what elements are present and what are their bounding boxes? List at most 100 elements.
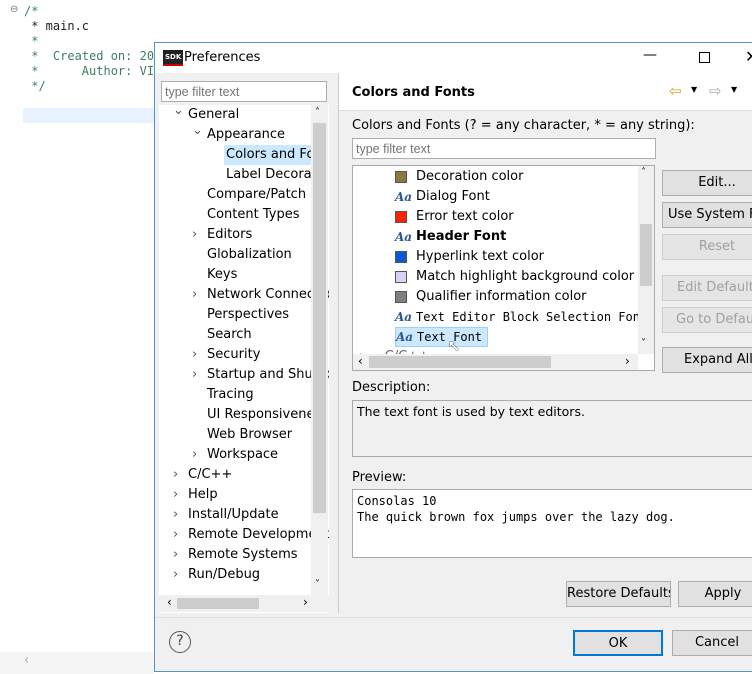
back-arrow-icon[interactable]: ⇦ bbox=[669, 82, 682, 100]
description-box: The text font is used by text editors. bbox=[352, 400, 752, 457]
tree-item[interactable]: › Startup and Shutdo bbox=[159, 365, 329, 385]
expand-all-button[interactable]: Expand All bbox=[662, 347, 752, 373]
tree-item[interactable]: Tracing bbox=[159, 385, 329, 405]
tree-item-label: Tracing bbox=[207, 387, 254, 402]
menu-icon[interactable]: ⋮ bbox=[747, 82, 752, 97]
preview-line-font: Consolas 10 bbox=[357, 494, 437, 508]
editor: ⊖ /* * main.c * * Created on: 201 * Auth… bbox=[0, 0, 161, 674]
chevron-down-icon[interactable]: ⌄ bbox=[173, 105, 184, 121]
tree-item[interactable]: Colors and Fon bbox=[159, 145, 329, 165]
preference-tree: ⌄ General ⌄ Appearance Colors and Fon Label D… bbox=[159, 105, 329, 613]
list-hscrollbar[interactable]: ‹ › bbox=[353, 354, 638, 370]
tree-item[interactable]: › Help bbox=[159, 485, 329, 505]
forward-dropdown-icon[interactable]: ▼ bbox=[731, 85, 737, 94]
chevron-right-icon[interactable]: › bbox=[192, 445, 197, 465]
cancel-button[interactable]: Cancel bbox=[672, 630, 752, 656]
restore-defaults-button[interactable]: Restore Defaults bbox=[566, 581, 671, 607]
tree-item[interactable]: › Editors bbox=[159, 225, 329, 245]
preferences-dialog: SDK Preferences — ✕ ⌄General⌄ Appearance C… bbox=[154, 42, 752, 672]
chevron-right-icon[interactable]: › bbox=[173, 485, 178, 505]
tree-hscroll-thumb[interactable] bbox=[177, 598, 259, 609]
tree-item[interactable]: ⌄ Appearance bbox=[159, 123, 329, 145]
tree-scroll-thumb[interactable] bbox=[313, 123, 326, 513]
item-label: Decoration color bbox=[416, 169, 524, 184]
tree-item[interactable]: Perspectives bbox=[159, 305, 329, 325]
color-font-item[interactable]: Hyperlink text color bbox=[395, 247, 545, 267]
ok-button[interactable]: OK bbox=[573, 630, 663, 656]
color-font-item[interactable]: Aa Text Font bbox=[395, 327, 489, 347]
tree-item[interactable]: › C/C++ bbox=[159, 465, 329, 485]
editor-bottom-bar: ‹ bbox=[0, 652, 154, 674]
tree-item[interactable]: ⌄ General bbox=[159, 105, 329, 125]
minimize-button[interactable]: — bbox=[643, 47, 657, 63]
preview-line-sample: The quick brown fox jumps over the lazy … bbox=[357, 510, 675, 524]
page-area: Colors and Fonts ⇦ ▼ ⇨ ▼ ⋮ Colors and Fo… bbox=[338, 73, 752, 613]
color-font-item[interactable]: Aa Dialog Font bbox=[395, 187, 491, 207]
tree-item-label: Remote Development bbox=[188, 527, 329, 542]
color-font-item[interactable]: Error text color bbox=[395, 207, 515, 227]
colors-fonts-tree: Decoration color Aa Dialog Font Error text … bbox=[352, 165, 655, 371]
tree-item[interactable]: Keys bbox=[159, 265, 329, 285]
tree-item[interactable]: Search bbox=[159, 325, 329, 345]
tree-item[interactable]: › Security bbox=[159, 345, 329, 365]
chevron-right-icon[interactable]: › bbox=[192, 285, 197, 305]
preview-box: Consolas 10 The quick brown fox jumps ov… bbox=[352, 489, 752, 558]
title-bar: SDK Preferences — ✕ bbox=[155, 43, 752, 73]
tree-hscrollbar[interactable]: ‹ › bbox=[159, 595, 329, 612]
tree-item[interactable]: Label Decoratio bbox=[159, 165, 329, 185]
description-label: Description: bbox=[352, 380, 431, 395]
fold-icon[interactable]: ⊖ bbox=[10, 4, 18, 15]
chevron-right-icon[interactable]: › bbox=[173, 565, 178, 585]
apply-button[interactable]: Apply bbox=[678, 581, 752, 607]
tree-item[interactable]: Compare/Patch bbox=[159, 185, 329, 205]
edit-button[interactable]: Edit... bbox=[662, 170, 752, 196]
tree-item[interactable]: › Remote Development bbox=[159, 525, 329, 545]
tree-item[interactable]: Content Types bbox=[159, 205, 329, 225]
chevron-down-icon[interactable]: ⌄ bbox=[192, 121, 203, 141]
tree-item[interactable]: › Run/Debug bbox=[159, 565, 329, 585]
chevron-right-icon[interactable]: › bbox=[192, 365, 197, 385]
maximize-button[interactable] bbox=[699, 52, 710, 63]
list-scroll-thumb[interactable] bbox=[640, 224, 652, 286]
chevron-right-icon[interactable]: › bbox=[173, 465, 178, 485]
chevron-right-icon[interactable]: › bbox=[192, 345, 197, 365]
color-font-item[interactable]: Aa Header Font bbox=[395, 227, 507, 247]
tree-vscrollbar[interactable]: ˄ ˅ bbox=[311, 105, 328, 595]
use-system-font-button[interactable]: Use System Fo bbox=[662, 202, 752, 228]
go-to-default-button[interactable]: Go to Default bbox=[662, 307, 752, 333]
color-swatch-icon bbox=[395, 171, 407, 183]
chevron-right-icon[interactable]: › bbox=[173, 505, 178, 525]
tree-item-label: Workspace bbox=[207, 447, 279, 462]
tree-item-label: Remote Systems bbox=[188, 547, 298, 562]
item-label: Text Editor Block Selection Font bbox=[416, 310, 648, 324]
page-header: Colors and Fonts ⇦ ▼ ⇨ ▼ ⋮ bbox=[339, 73, 752, 111]
reset-button[interactable]: Reset bbox=[662, 234, 752, 260]
chevron-right-icon[interactable]: › bbox=[192, 225, 197, 245]
back-dropdown-icon[interactable]: ▼ bbox=[691, 85, 697, 94]
tree-item[interactable]: UI Responsiveness bbox=[159, 405, 329, 425]
color-font-item[interactable]: Aa Text Editor Block Selection Font bbox=[395, 307, 648, 327]
chevron-right-icon[interactable]: › bbox=[173, 525, 178, 545]
tree-item[interactable]: Globalization bbox=[159, 245, 329, 265]
chevron-right-icon[interactable]: › bbox=[173, 545, 178, 565]
list-vscrollbar[interactable]: ˄ ˅ bbox=[638, 166, 654, 354]
edit-default-button[interactable]: Edit Default... bbox=[662, 275, 752, 301]
color-font-item[interactable]: Qualifier information color bbox=[395, 287, 588, 307]
forward-arrow-icon[interactable]: ⇨ bbox=[709, 82, 722, 100]
code-line: /* bbox=[24, 4, 39, 18]
list-hscroll-thumb[interactable] bbox=[369, 356, 551, 368]
tree-item-label: Editors bbox=[207, 227, 253, 242]
tree-item[interactable]: › Network Connectio bbox=[159, 285, 329, 305]
tree-item[interactable]: › Workspace bbox=[159, 445, 329, 465]
close-button[interactable]: ✕ bbox=[745, 47, 752, 66]
tree-item[interactable]: › Install/Update bbox=[159, 505, 329, 525]
tree-item-label: Search bbox=[207, 327, 252, 342]
tree-item[interactable]: Web Browser bbox=[159, 425, 329, 445]
help-button[interactable]: ? bbox=[169, 631, 191, 653]
colors-filter-input[interactable] bbox=[352, 138, 656, 159]
tree-item[interactable]: › Remote Systems bbox=[159, 545, 329, 565]
current-line-highlight bbox=[23, 108, 154, 123]
color-font-item[interactable]: Match highlight background color bbox=[395, 267, 635, 287]
filter-input[interactable] bbox=[161, 81, 327, 102]
color-font-item[interactable]: Decoration color bbox=[395, 167, 524, 187]
